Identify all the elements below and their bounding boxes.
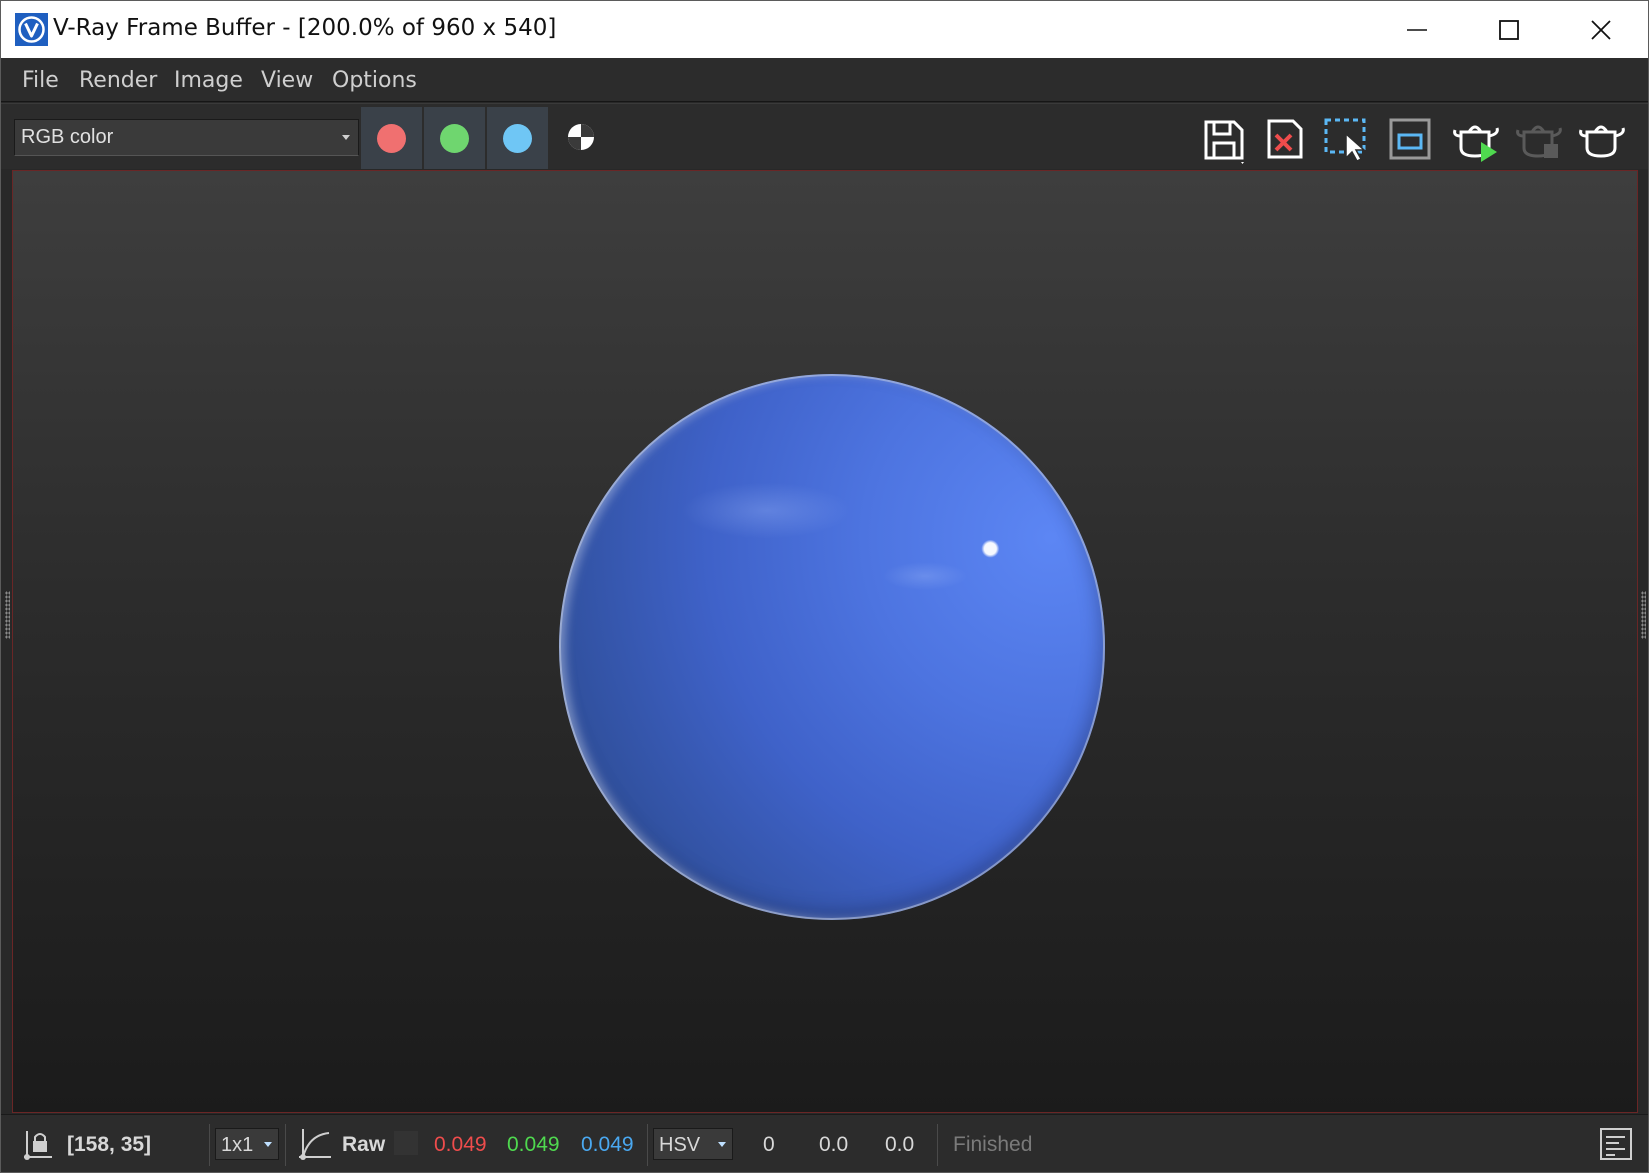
render-button[interactable] (1449, 111, 1505, 167)
panel-icon (1600, 1128, 1632, 1160)
red-dot-icon (377, 123, 406, 153)
chevron-down-icon (718, 1142, 726, 1147)
color-model-dropdown[interactable]: HSV (653, 1128, 733, 1160)
teapot-stop-icon (1516, 125, 1562, 158)
region-render-button[interactable] (1319, 111, 1375, 167)
minimize-icon (1407, 29, 1427, 31)
hue-value: 0 (763, 1133, 775, 1156)
menu-render[interactable]: Render (79, 68, 157, 93)
menu-image[interactable]: Image (174, 68, 243, 93)
teapot-icon (1579, 125, 1625, 158)
chevron-down-icon (264, 1142, 272, 1147)
color-corrections-button[interactable] (297, 1127, 333, 1166)
left-panel-grip[interactable] (5, 591, 10, 639)
separator (209, 1124, 210, 1166)
save-image-icon (1204, 120, 1244, 164)
green-dot-icon (440, 123, 469, 153)
render-channel-value: RGB color (21, 126, 114, 148)
color-model-value: HSV (659, 1134, 701, 1156)
menu-file[interactable]: File (22, 68, 59, 93)
pixel-mode-label: Raw (342, 1133, 386, 1156)
saturation-value: 0.0 (819, 1133, 849, 1156)
sample-size-value: 1x1 (221, 1134, 254, 1156)
status-bar: [158, 35] 1x1 Raw 0.049 0.049 0.049 HSV … (1, 1114, 1648, 1172)
pixel-green-value: 0.049 (507, 1133, 560, 1156)
right-panel-grip[interactable] (1641, 591, 1646, 639)
chevron-down-icon (342, 135, 350, 140)
render-last-button[interactable] (1575, 111, 1631, 167)
pixel-red-value: 0.049 (434, 1133, 487, 1156)
separator (647, 1124, 648, 1166)
region-render-icon (1324, 118, 1366, 162)
teapot-render-icon (1453, 125, 1499, 162)
minimize-button[interactable] (1387, 9, 1447, 51)
maximize-icon (1499, 20, 1519, 40)
blue-channel-button[interactable] (487, 107, 549, 169)
alpha-channel-button[interactable] (553, 109, 609, 165)
clear-image-icon (1267, 119, 1303, 159)
menu-bar: File Render Image View Options (1, 58, 1648, 102)
render-viewport[interactable] (12, 170, 1638, 1113)
vray-frame-buffer-window: V-Ray Frame Buffer - [200.0% of 960 x 54… (0, 0, 1649, 1173)
lock-icon (24, 1131, 52, 1160)
sample-size-dropdown[interactable]: 1x1 (215, 1128, 279, 1160)
pixel-blue-value: 0.049 (581, 1133, 634, 1156)
stop-render-button[interactable] (1512, 111, 1568, 167)
green-channel-button[interactable] (424, 107, 486, 169)
region-frame-icon (1389, 118, 1431, 160)
track-mouse-button[interactable] (1382, 111, 1438, 167)
toolbar: RGB color (1, 103, 1648, 169)
clear-image-button[interactable] (1257, 111, 1313, 167)
title-bar: V-Ray Frame Buffer - [200.0% of 960 x 54… (1, 1, 1648, 58)
menu-view[interactable]: View (261, 68, 313, 93)
curve-icon (299, 1129, 331, 1160)
sphere-rim (559, 374, 1105, 920)
separator (937, 1124, 938, 1166)
red-channel-button[interactable] (361, 107, 423, 169)
blue-dot-icon (503, 123, 532, 153)
separator (285, 1124, 286, 1166)
value-value: 0.0 (885, 1133, 915, 1156)
window-title: V-Ray Frame Buffer - [200.0% of 960 x 54… (53, 15, 557, 41)
alpha-channel-icon (568, 124, 594, 150)
close-button[interactable] (1571, 9, 1631, 51)
vray-logo-icon (15, 13, 48, 46)
save-image-button[interactable] (1195, 111, 1251, 167)
lock-coordinates-button[interactable] (21, 1127, 55, 1166)
maximize-button[interactable] (1479, 9, 1539, 51)
render-status: Finished (953, 1133, 1033, 1156)
render-channel-dropdown[interactable]: RGB color (14, 119, 359, 156)
pixel-coordinates: [158, 35] (67, 1133, 152, 1156)
menu-options[interactable]: Options (332, 68, 417, 93)
toggle-side-panel-button[interactable] (1599, 1127, 1633, 1166)
close-icon (1591, 20, 1611, 40)
pixel-color-swatch (394, 1131, 418, 1155)
